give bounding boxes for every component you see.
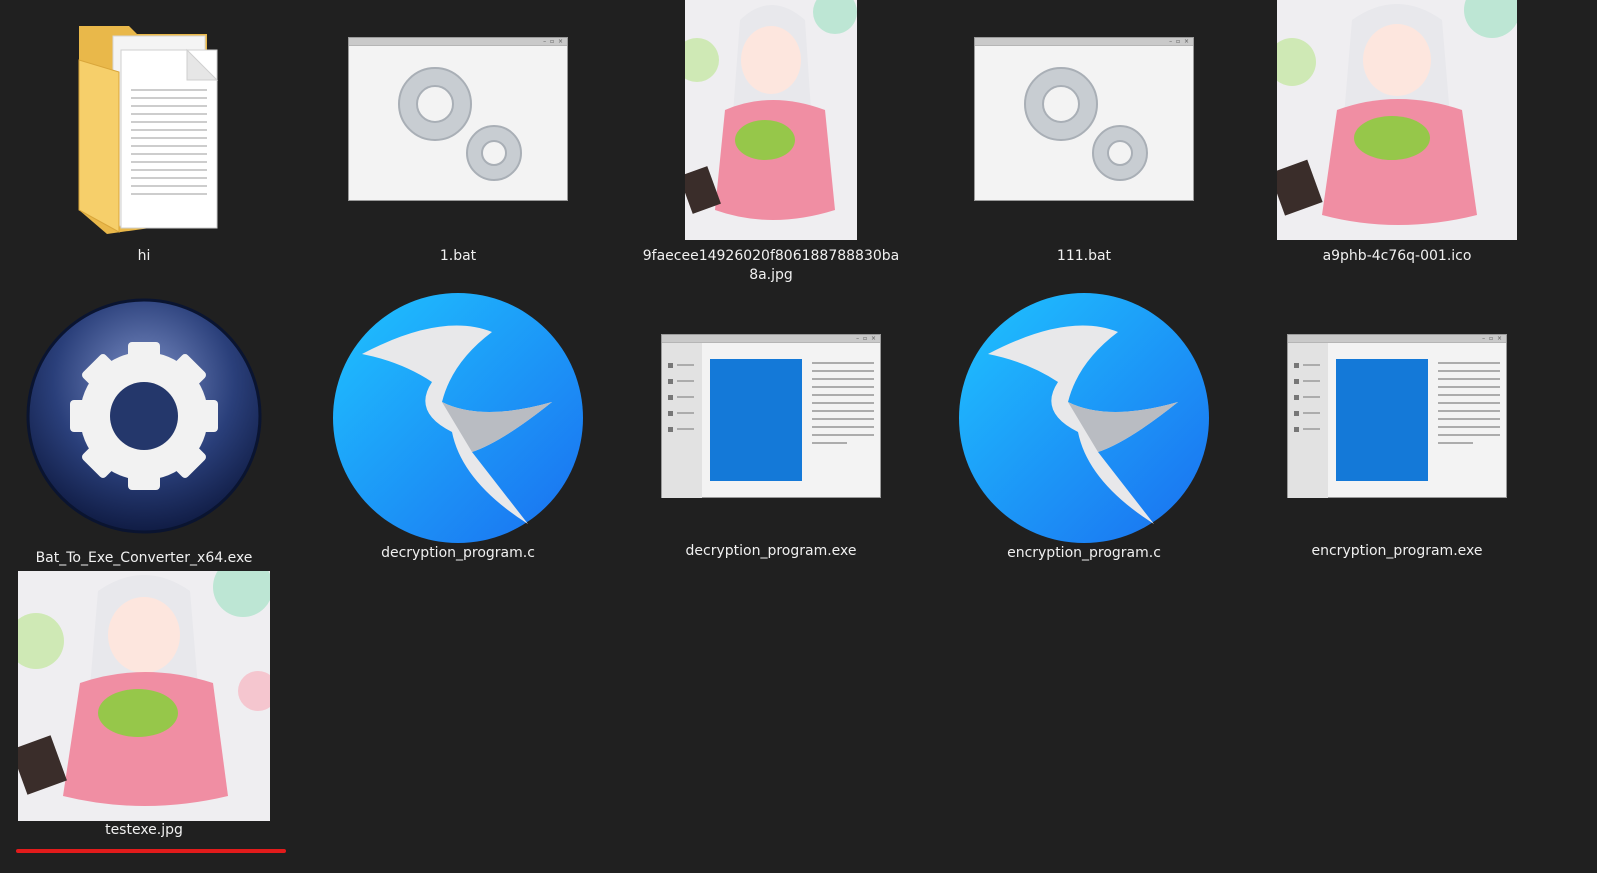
file-item-encryption-c[interactable]: encryption_program.c — [924, 292, 1244, 563]
exe-window-icon: – ▫ × — [660, 316, 882, 540]
file-item-a9phb-ico[interactable]: a9phb-4c76q-001.ico — [1237, 0, 1557, 266]
exe-window-icon: – ▫ × — [1286, 316, 1508, 540]
file-name: testexe.jpg — [105, 822, 183, 838]
file-name: decryption_program.exe — [685, 543, 857, 559]
c-source-icon — [332, 292, 584, 544]
file-item-9faecee-jpg[interactable]: 9faecee14926020f806188788830ba8a.jpg — [611, 0, 931, 285]
image-thumbnail — [18, 571, 270, 821]
file-item-bat-to-exe[interactable]: Bat_To_Exe_Converter_x64.exe — [0, 296, 304, 568]
image-thumbnail — [685, 0, 857, 240]
file-item-encryption-exe[interactable]: – ▫ × encryption_program.exe — [1237, 316, 1557, 561]
file-item-111-bat[interactable]: – ▫ × 111.bat — [924, 20, 1244, 266]
batch-file-icon: – ▫ × — [347, 20, 569, 240]
file-item-1-bat[interactable]: – ▫ × 1.bat — [298, 20, 618, 266]
file-item-decryption-c[interactable]: decryption_program.c — [298, 292, 618, 563]
file-name: hi — [137, 248, 151, 264]
image-thumbnail — [1277, 0, 1517, 240]
batch-file-icon: – ▫ × — [973, 20, 1195, 240]
file-name: Bat_To_Exe_Converter_x64.exe — [35, 550, 253, 566]
file-name: 9faecee14926020f806188788830ba8a.jpg — [642, 248, 900, 283]
file-name: encryption_program.exe — [1311, 543, 1483, 559]
file-name: decryption_program.c — [381, 545, 535, 561]
red-underline-annotation — [16, 849, 286, 853]
folder-icon — [59, 20, 229, 240]
file-name: 1.bat — [439, 248, 477, 264]
file-name: 111.bat — [1056, 248, 1112, 264]
file-item-hi[interactable]: hi — [0, 20, 304, 266]
c-source-icon — [958, 292, 1210, 544]
gear-icon — [24, 296, 264, 536]
file-item-testexe-jpg[interactable]: testexe.jpg — [0, 571, 304, 840]
file-item-decryption-exe[interactable]: – ▫ × decryption_program.exe — [611, 316, 931, 561]
file-name: a9phb-4c76q-001.ico — [1322, 248, 1472, 264]
file-name: encryption_program.c — [1007, 545, 1161, 561]
